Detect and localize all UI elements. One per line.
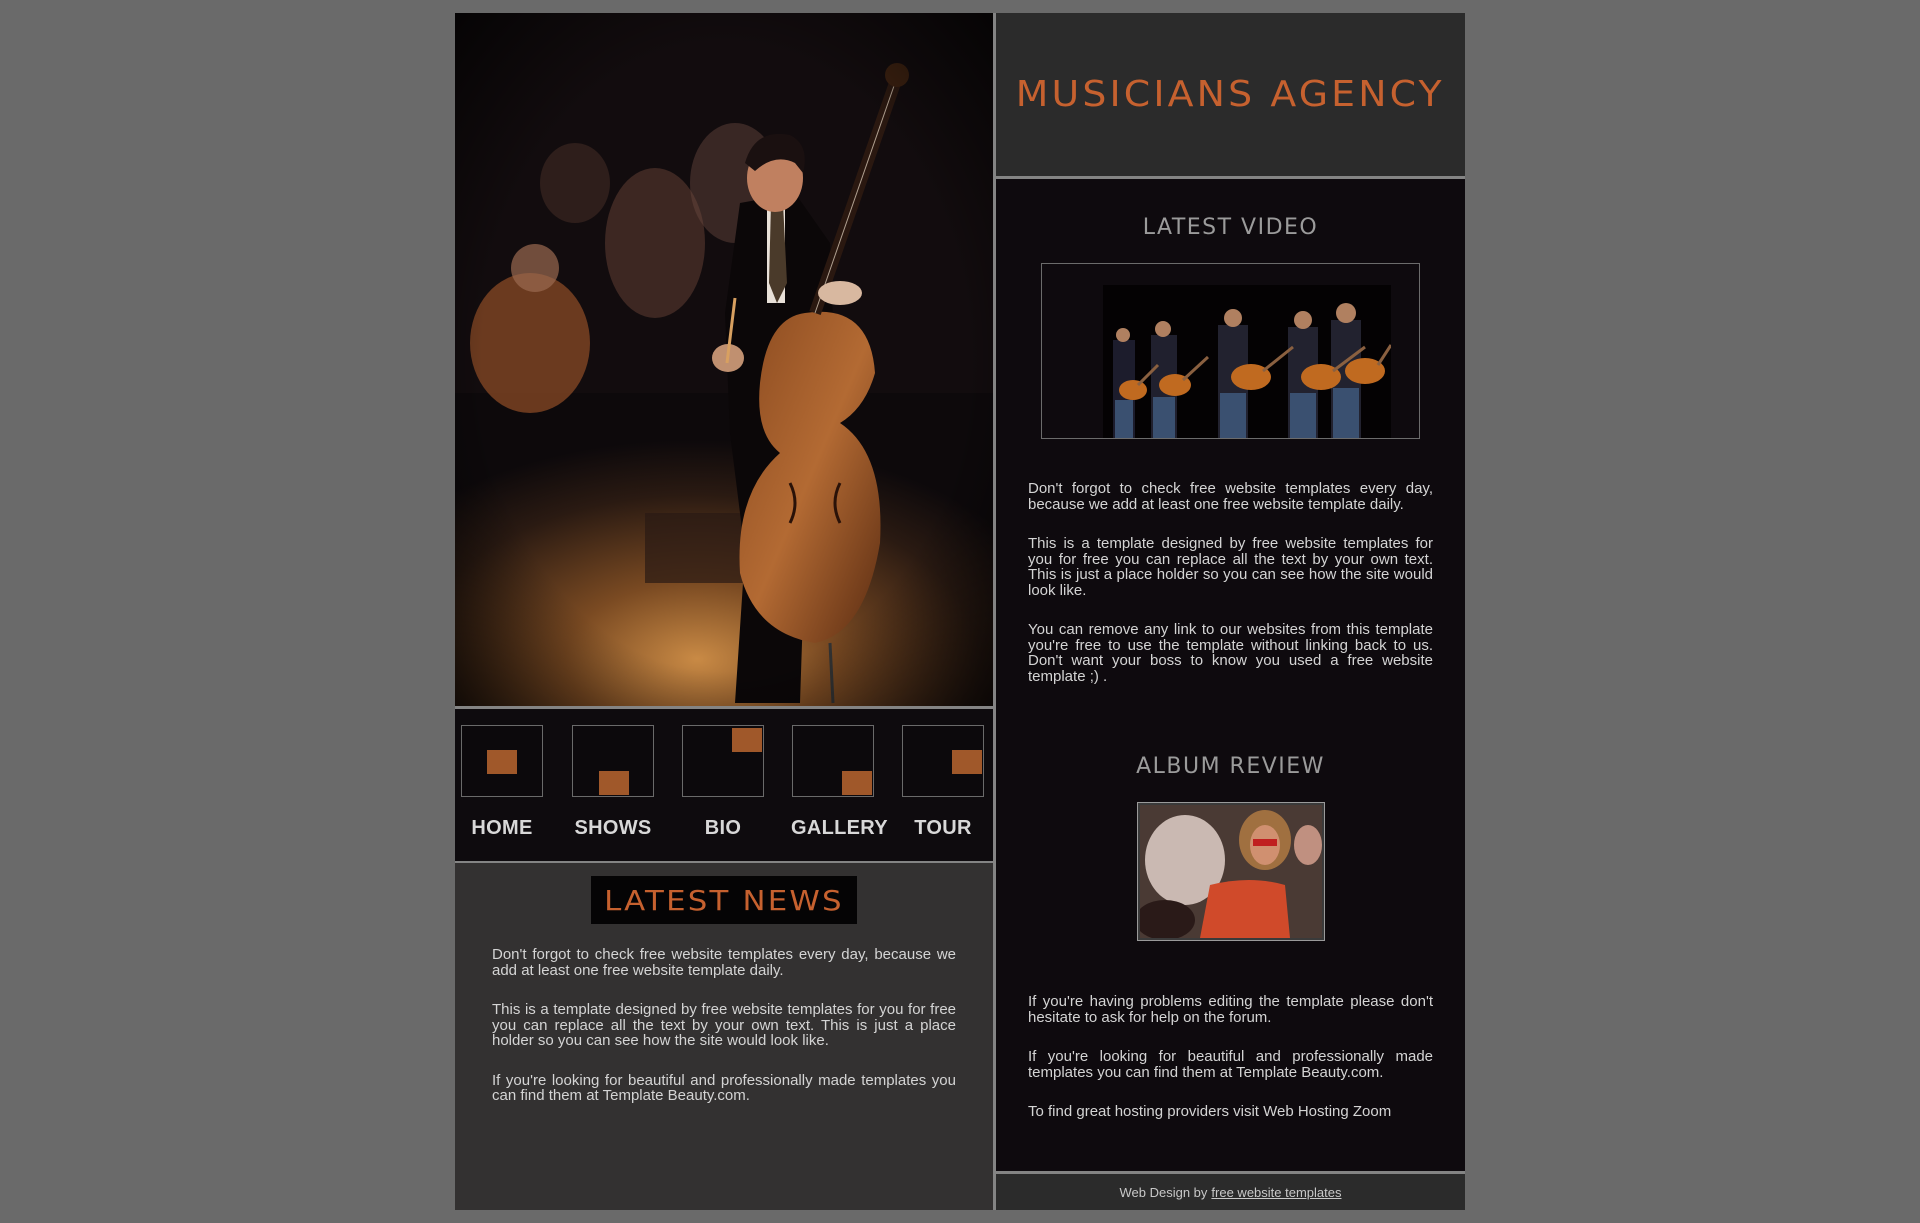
nav-icon-tour[interactable]: [902, 725, 984, 797]
nav-item-bio[interactable]: BIO: [681, 725, 765, 840]
album-paragraph: To find great hosting providers visit We…: [1028, 1103, 1392, 1120]
guitarists-illustration: [1103, 285, 1391, 438]
right-column: MUSICIANS AGENCY LATEST VIDEO Don't forg…: [996, 13, 1465, 1210]
album-cover-frame[interactable]: [1137, 802, 1325, 941]
nav-icon-bio[interactable]: [682, 725, 764, 797]
footer-credit-link[interactable]: free website templates: [1211, 1185, 1341, 1200]
nav-label-home[interactable]: HOME: [460, 817, 544, 840]
main-navigation: HOME SHOWS BIO GALLERY TOUR: [455, 709, 993, 861]
nav-icon-home[interactable]: [461, 725, 543, 797]
nav-item-gallery[interactable]: GALLERY: [791, 725, 888, 840]
left-column: HOME SHOWS BIO GALLERY TOUR LATEST NEWS …: [455, 13, 993, 1210]
album-review-body: If you're having problems editing the te…: [1028, 994, 1433, 1144]
nav-item-shows[interactable]: SHOWS: [571, 725, 655, 840]
nav-label-shows[interactable]: SHOWS: [571, 817, 655, 840]
album-paragraph: If you're looking for beautiful and prof…: [1028, 1048, 1433, 1081]
album-cover-illustration: [1140, 805, 1322, 938]
nav-square-icon: [487, 750, 517, 774]
nav-square-icon: [842, 771, 872, 795]
nav-icon-gallery[interactable]: [792, 725, 874, 797]
latest-news-title: LATEST NEWS: [604, 883, 844, 917]
latest-news-title-box: LATEST NEWS: [591, 876, 857, 924]
nav-label-bio[interactable]: BIO: [681, 817, 765, 840]
video-paragraph: Don't forgot to check free website templ…: [1028, 480, 1433, 513]
nav-square-icon: [732, 728, 762, 752]
nav-icon-shows[interactable]: [572, 725, 654, 797]
news-paragraph: If you're looking for beautiful and prof…: [492, 1071, 956, 1104]
nav-square-icon: [599, 771, 629, 795]
site-header: MUSICIANS AGENCY: [996, 13, 1465, 176]
footer-credit-text: Web Design by: [1119, 1184, 1208, 1200]
album-cover-image[interactable]: [1140, 805, 1322, 938]
latest-news-section: LATEST NEWS Don't forgot to check free w…: [455, 863, 993, 1210]
video-paragraph: This is a template designed by free webs…: [1028, 535, 1433, 599]
nav-label-gallery[interactable]: GALLERY: [791, 817, 888, 840]
cellist-illustration: [455, 13, 993, 706]
nav-square-icon: [952, 750, 982, 774]
latest-video-title: LATEST VIDEO: [1142, 215, 1319, 240]
latest-video-body: Don't forgot to check free website templ…: [1028, 481, 1433, 708]
news-paragraph: Don't forgot to check free website templ…: [492, 946, 956, 979]
nav-item-tour[interactable]: TOUR: [901, 725, 985, 840]
album-paragraph: If you're having problems editing the te…: [1028, 993, 1433, 1026]
video-paragraph: You can remove any link to our websites …: [1028, 621, 1433, 685]
page-wrapper: HOME SHOWS BIO GALLERY TOUR LATEST NEWS …: [455, 13, 1465, 1210]
video-thumbnail-guitarists[interactable]: [1103, 285, 1391, 438]
site-title-logo[interactable]: MUSICIANS AGENCY: [1016, 74, 1445, 115]
right-content: LATEST VIDEO Don't forgot to check free …: [996, 179, 1465, 1171]
video-frame[interactable]: [1041, 263, 1420, 439]
hero-photo-cellist: [455, 13, 993, 706]
nav-label-tour[interactable]: TOUR: [901, 817, 985, 840]
news-paragraph: This is a template designed by free webs…: [492, 1001, 956, 1049]
latest-news-body: Don't forgot to check free website templ…: [492, 947, 956, 1128]
nav-item-home[interactable]: HOME: [460, 725, 544, 840]
site-footer: Web Design by free website templates: [996, 1174, 1465, 1210]
album-review-title: ALBUM REVIEW: [1136, 754, 1325, 779]
